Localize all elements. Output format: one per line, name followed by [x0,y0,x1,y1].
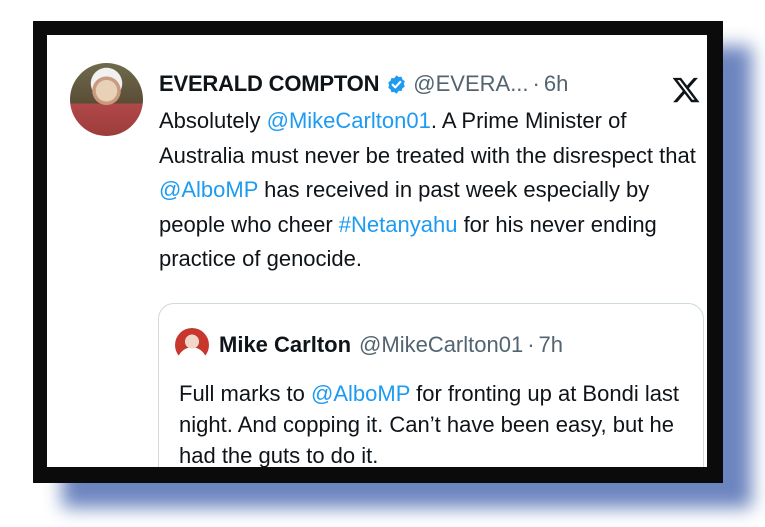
quoted-header: Mike Carlton @MikeCarlton01 · 7h [219,328,563,362]
hashtag-link[interactable]: #Netanyahu [339,212,458,237]
author-name[interactable]: EVERALD COMPTON [159,71,379,97]
tweet-text: Absolutely [159,108,267,133]
avatar[interactable] [70,63,143,136]
quoted-avatar[interactable] [175,328,209,362]
author-handle[interactable]: @EVERA... [413,71,528,97]
quoted-timestamp[interactable]: 7h [539,332,563,358]
mention-link[interactable]: @MikeCarlton01 [267,108,431,133]
tweet-timestamp[interactable]: 6h [544,71,568,97]
verified-badge-icon [386,74,407,95]
header-separator: · [532,71,540,96]
tweet-header: EVERALD COMPTON @EVERA... · 6h [159,67,589,101]
x-logo-icon[interactable] [671,75,701,105]
quoted-text: Full marks to [179,381,312,406]
quoted-author-handle[interactable]: @MikeCarlton01 [359,332,523,358]
quoted-tweet[interactable]: Mike Carlton @MikeCarlton01 · 7h Full ma… [158,303,704,467]
mention-link[interactable]: @AlboMP [311,381,410,406]
quoted-body: Full marks to @AlboMP for fronting up at… [179,378,689,467]
quoted-separator: · [527,332,535,357]
screenshot-frame: EVERALD COMPTON @EVERA... · 6h Absolutel… [33,21,723,483]
mention-link[interactable]: @AlboMP [159,177,258,202]
quoted-author-name[interactable]: Mike Carlton [219,332,351,358]
tweet-card[interactable]: EVERALD COMPTON @EVERA... · 6h Absolutel… [47,35,707,467]
tweet-body: Absolutely @MikeCarlton01. A Prime Minis… [159,104,699,277]
